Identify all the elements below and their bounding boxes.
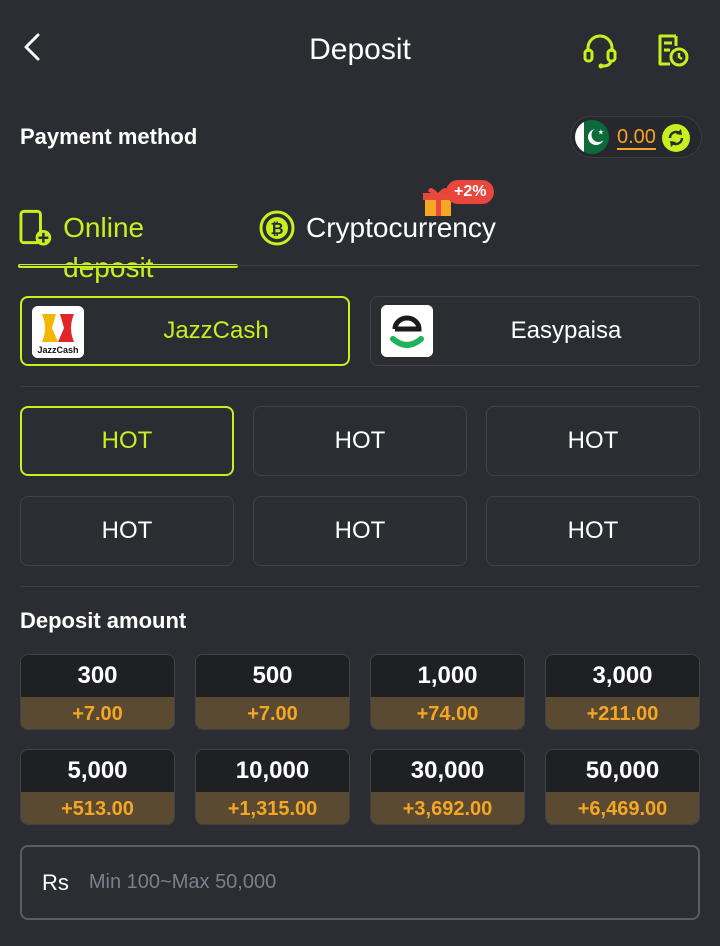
amount-option[interactable]: 30,000 +3,692.00 <box>370 749 525 825</box>
tab-online-label: Online deposit <box>63 212 154 283</box>
method-easypaisa-label: Easypaisa <box>510 317 622 344</box>
amount-bonus: +7.00 <box>196 697 349 729</box>
channel-option-1[interactable]: HOT <box>20 406 234 476</box>
jazzcash-logo: JazzCash <box>32 306 84 358</box>
refresh-balance-button[interactable] <box>661 123 691 153</box>
method-easypaisa[interactable]: Easypaisa <box>370 296 700 366</box>
currency-label: Rs <box>42 869 69 895</box>
amount-option[interactable]: 300 +7.00 <box>20 654 175 730</box>
bitcoin-icon: ₿ <box>259 210 295 246</box>
deposit-amount-label: Deposit amount <box>20 608 187 633</box>
divider-channels <box>20 586 700 587</box>
jazzcash-logo-text: JazzCash <box>37 345 79 355</box>
amount-input[interactable] <box>88 871 698 894</box>
balance-pill: 0.00 <box>570 116 702 158</box>
amount-value: 30,000 <box>371 750 524 792</box>
refresh-icon <box>662 124 690 152</box>
amount-bonus: +74.00 <box>371 697 524 729</box>
amount-bonus: +513.00 <box>21 792 174 824</box>
headset-icon <box>583 34 617 69</box>
phone-plus-icon <box>19 209 52 246</box>
amount-option[interactable]: 500 +7.00 <box>195 654 350 730</box>
divider-methods <box>20 386 700 387</box>
amount-value: 300 <box>21 655 174 697</box>
deposit-type-tabs: Online deposit ₿ Cryptocurrency +2% <box>0 180 720 283</box>
tab-online-deposit[interactable]: Online deposit <box>18 208 238 283</box>
channel-option-3[interactable]: HOT <box>486 406 700 476</box>
amount-option[interactable]: 50,000 +6,469.00 <box>545 749 700 825</box>
amount-bonus: +7.00 <box>21 697 174 729</box>
easypaisa-logo <box>381 305 433 357</box>
channel-option-4[interactable]: HOT <box>20 496 234 566</box>
amount-value: 10,000 <box>196 750 349 792</box>
pakistan-flag-icon <box>575 120 609 154</box>
bonus-percent: +2% <box>446 180 495 204</box>
amount-bonus: +6,469.00 <box>546 792 699 824</box>
amount-bonus: +3,692.00 <box>371 792 524 824</box>
amount-bonus: +211.00 <box>546 697 699 729</box>
svg-text:₿: ₿ <box>270 219 283 238</box>
amount-value: 5,000 <box>21 750 174 792</box>
amount-value: 3,000 <box>546 655 699 697</box>
amount-option[interactable]: 10,000 +1,315.00 <box>195 749 350 825</box>
deposit-records-button[interactable] <box>652 30 692 70</box>
amount-value: 50,000 <box>546 750 699 792</box>
channel-option-5[interactable]: HOT <box>253 496 467 566</box>
method-jazzcash-label: JazzCash <box>163 317 269 344</box>
tab-cryptocurrency[interactable]: ₿ Cryptocurrency <box>258 208 498 266</box>
amount-value: 500 <box>196 655 349 697</box>
amount-input-field: Rs <box>20 845 700 920</box>
history-document-icon <box>658 34 689 67</box>
method-jazzcash[interactable]: JazzCash JazzCash <box>20 296 350 366</box>
crypto-bonus-badge: +2% <box>422 180 502 216</box>
channel-option-2[interactable]: HOT <box>253 406 467 476</box>
amount-option[interactable]: 3,000 +211.00 <box>545 654 700 730</box>
amount-value: 1,000 <box>371 655 524 697</box>
header: Deposit <box>0 0 720 100</box>
amount-bonus: +1,315.00 <box>196 792 349 824</box>
tabs-divider <box>20 265 700 266</box>
amount-option[interactable]: 1,000 +74.00 <box>370 654 525 730</box>
balance-value: 0.00 <box>617 125 656 148</box>
payment-method-label: Payment method <box>20 124 198 149</box>
amount-option[interactable]: 5,000 +513.00 <box>20 749 175 825</box>
customer-support-button[interactable] <box>580 30 620 70</box>
channel-option-6[interactable]: HOT <box>486 496 700 566</box>
